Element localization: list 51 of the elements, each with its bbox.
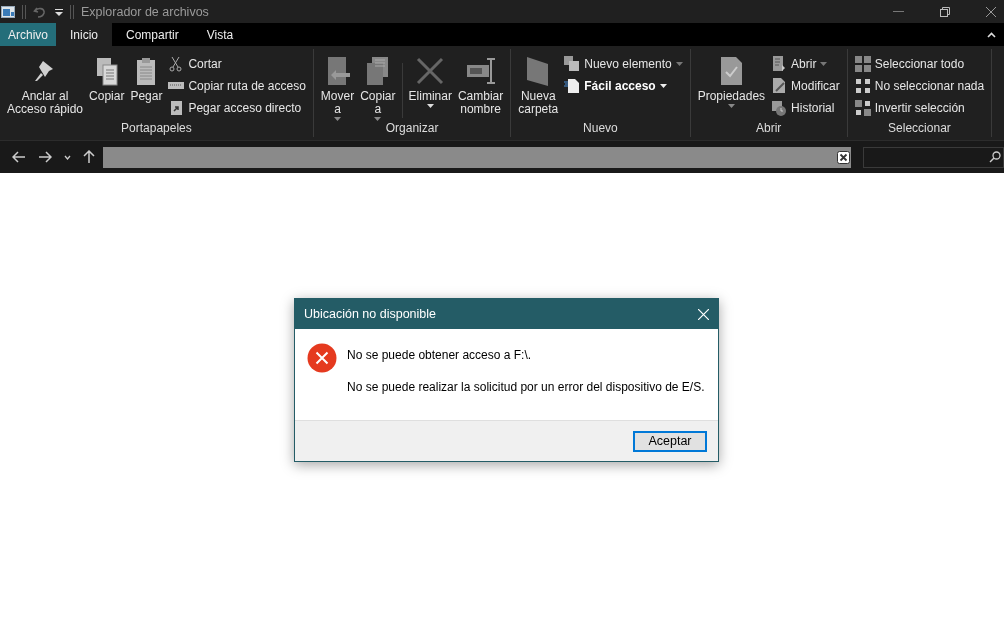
ribbon-button[interactable]: Eliminar [405,49,455,108]
dialog-title: Ubicación no disponible [304,307,437,321]
ribbon-button[interactable]: Mover a [317,49,358,121]
accept-button[interactable]: Aceptar [633,430,707,452]
app-icon [1,5,15,18]
group-label: Portapapeles [120,120,193,137]
ribbon-button[interactable]: No seleccionar nada [851,75,988,97]
ribbon-button[interactable]: Pegar acceso directo [165,97,309,119]
forward-icon[interactable] [38,151,52,163]
ribbon-button[interactable]: Nueva carpeta [515,49,562,116]
ribbon-button[interactable]: Copiar a [357,49,399,121]
ribbon-button[interactable]: Anclar al Acceso rápido [4,49,87,116]
search-field[interactable] [863,146,1004,168]
error-message: No se puede obtener acceso a F:\. [347,348,533,362]
ribbon-tab[interactable]: Archivo [0,23,56,46]
ribbon-button[interactable]: Cambiar nombre [454,49,507,116]
edit-icon [771,78,788,94]
customize-toolbar-icon[interactable] [55,7,63,16]
ribbon-tab[interactable]: Inicio [56,23,113,46]
ribbon-button[interactable]: Seleccionar todo [851,53,988,75]
recent-locations-icon[interactable] [64,154,71,160]
collapse-ribbon-icon[interactable] [987,31,996,38]
up-icon[interactable] [83,150,95,164]
ribbon-button[interactable]: Pegar [127,49,166,103]
ribbon-tab[interactable]: Vista [192,23,248,46]
ribbon-tab[interactable]: Compartir [112,23,193,46]
back-icon[interactable] [12,151,26,163]
search-icon [989,151,1001,163]
error-icon [307,343,337,373]
ribbon-button[interactable]: Copiar [86,49,128,103]
group-label: Organizar [384,120,440,137]
group-label: Abrir [755,120,783,137]
error-detail: No se puede realizar la solicitud por un error del dispositivo de E/S. [347,380,705,394]
ribbon-button[interactable]: Cortar [165,53,309,75]
shortcut-icon [168,100,185,116]
clear-icon[interactable] [837,150,850,164]
group-label: Seleccionar [887,120,952,137]
restore-icon[interactable] [940,6,950,17]
address-field[interactable] [103,146,851,168]
ribbon-button[interactable]: Invertir selección [851,97,988,119]
ribbon-button[interactable]: Abrir [768,53,843,75]
cut-icon [168,56,185,72]
ribbon-button[interactable]: Modificar [768,75,843,97]
ribbon-button[interactable]: Nuevo elemento [561,53,686,75]
close-icon[interactable] [986,6,996,17]
ribbon-button[interactable]: Historial [768,97,843,119]
window-title: Explorador de archivos [81,4,209,19]
group-label: Nuevo [582,120,619,137]
ribbon-button[interactable]: Copiar ruta de acceso [165,75,309,97]
ribbon-button[interactable]: Propiedades [694,49,769,108]
ribbon-button[interactable]: Fácil acceso [561,75,686,97]
